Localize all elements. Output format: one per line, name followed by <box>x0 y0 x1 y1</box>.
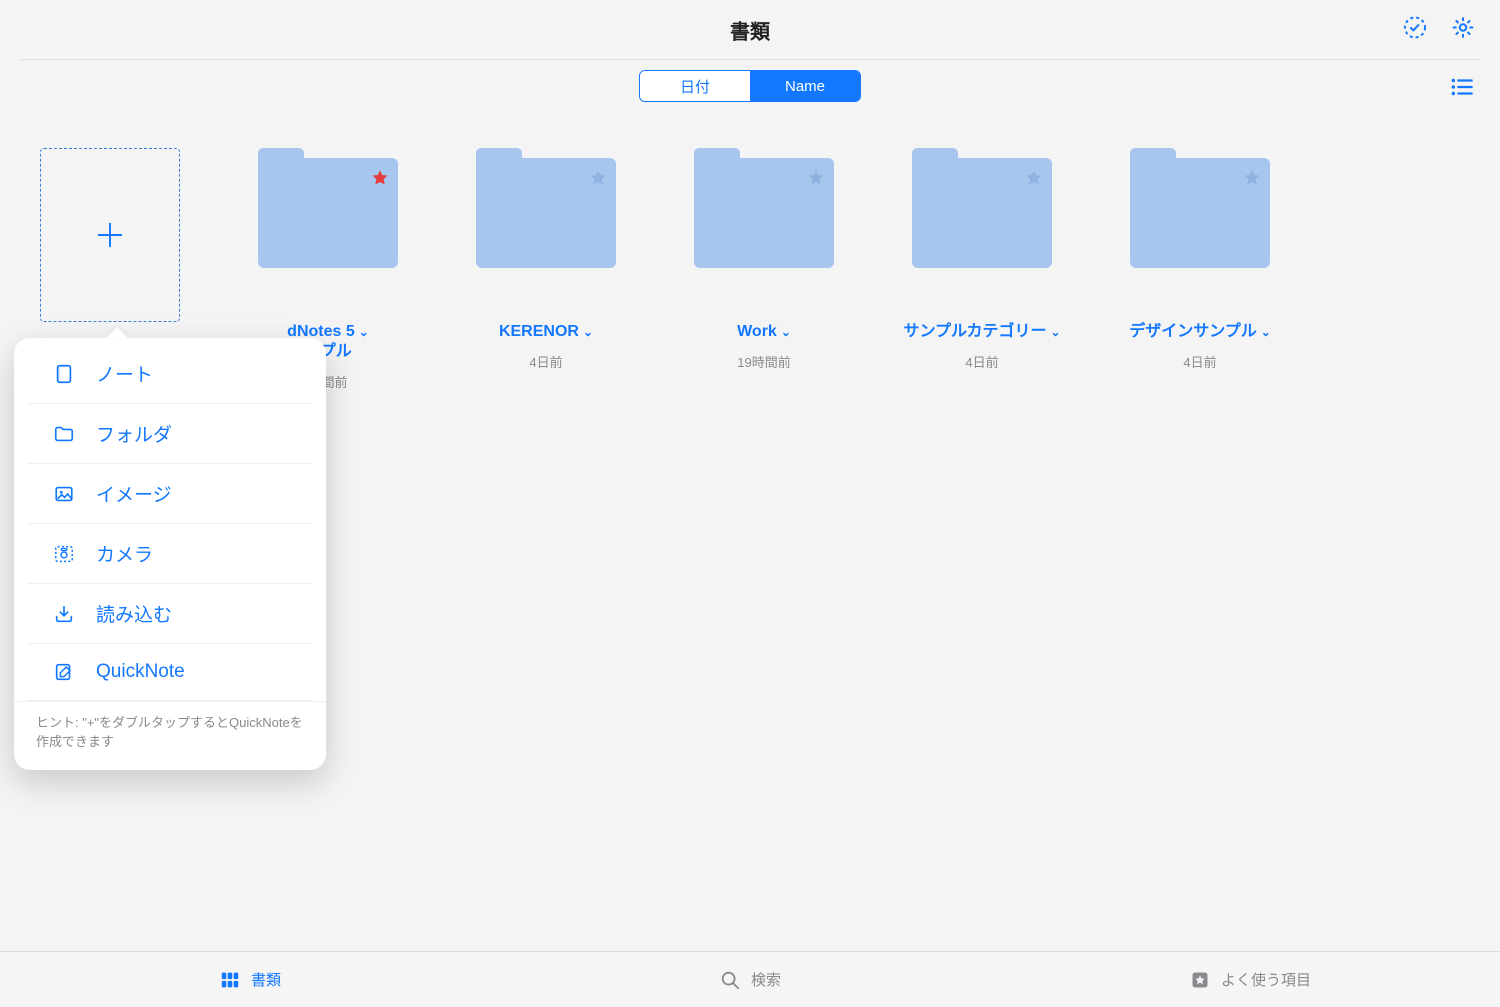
folder-open[interactable] <box>694 148 834 268</box>
folder-name[interactable]: デザインサンプル ⌄ <box>1129 322 1271 342</box>
menu-label: フォルダ <box>96 420 172 447</box>
folder-open[interactable] <box>476 148 616 268</box>
gear-icon[interactable] <box>1451 15 1475 44</box>
import-file[interactable]: 読み込む <box>28 584 312 644</box>
header-actions <box>1403 15 1475 44</box>
chevron-down-icon: ⌄ <box>1051 325 1061 340</box>
notebook-icon <box>52 362 76 386</box>
folder-name[interactable]: Work ⌄ <box>737 322 791 342</box>
header-bar: 書類 <box>20 0 1480 60</box>
create-popover: ノート フォルダ イメージ カメラ 読み込む QuickNote ヒント: "+… <box>14 338 326 770</box>
folder-item: サンプルカテゴリー ⌄ 4日前 <box>912 148 1052 371</box>
bottom-tabbar: 書類 検索 よく使う項目 <box>0 951 1500 1007</box>
folder-open[interactable] <box>258 148 398 268</box>
folder-item: Work ⌄ 19時間前 <box>694 148 834 371</box>
sort-segmented-control: 日付 Name <box>639 70 861 102</box>
folder-icon <box>52 422 76 446</box>
star-icon[interactable] <box>588 168 608 188</box>
star-icon <box>1189 969 1211 991</box>
folder-name[interactable]: サンプルカテゴリー ⌄ <box>903 322 1060 342</box>
folder-timestamp: 4日前 <box>965 352 998 371</box>
tab-search[interactable]: 検索 <box>500 952 1000 1007</box>
folder-name-line: サンプルカテゴリー <box>903 322 1046 342</box>
popover-hint: ヒント: "+"をダブルタップするとQuickNoteを作成できます <box>14 701 326 768</box>
star-icon[interactable] <box>370 168 390 188</box>
star-icon[interactable] <box>1024 168 1044 188</box>
tab-label: 検索 <box>751 969 781 990</box>
chevron-down-icon: ⌄ <box>583 325 593 340</box>
tab-documents[interactable]: 書類 <box>0 952 500 1007</box>
folder-name-line: KERENOR <box>499 322 579 342</box>
chevron-down-icon: ⌄ <box>781 325 791 340</box>
menu-label: ノート <box>96 360 153 387</box>
folder-item: KERENOR ⌄ 4日前 <box>476 148 616 371</box>
chevron-down-icon: ⌄ <box>359 325 369 340</box>
create-folder[interactable]: フォルダ <box>28 404 312 464</box>
folder-name-line: Work <box>737 322 777 342</box>
chevron-down-icon: ⌄ <box>1261 325 1271 340</box>
grid-icon <box>219 969 241 991</box>
tab-label: よく使う項目 <box>1221 969 1311 990</box>
folder-name[interactable]: KERENOR ⌄ <box>499 322 593 342</box>
camera-icon <box>52 542 76 566</box>
menu-label: カメラ <box>96 540 153 567</box>
sync-status-icon[interactable] <box>1403 15 1427 44</box>
star-icon[interactable] <box>806 168 826 188</box>
image-icon <box>52 482 76 506</box>
edit-icon <box>52 660 76 684</box>
folder-open[interactable] <box>1130 148 1270 268</box>
folder-timestamp: 19時間前 <box>737 352 790 371</box>
folder-timestamp: 4日前 <box>529 352 562 371</box>
star-icon[interactable] <box>1242 168 1262 188</box>
add-new-button[interactable] <box>40 148 180 322</box>
import-icon <box>52 602 76 626</box>
sort-by-name[interactable]: Name <box>750 71 860 101</box>
sort-bar: 日付 Name <box>20 70 1480 118</box>
tab-label: 書類 <box>251 969 281 990</box>
plus-icon <box>92 217 128 253</box>
menu-label: QuickNote <box>96 661 185 683</box>
folder-name-line: デザインサンプル <box>1129 322 1257 342</box>
add-new-cell <box>40 148 180 322</box>
create-note[interactable]: ノート <box>28 344 312 404</box>
search-icon <box>719 969 741 991</box>
sort-by-date[interactable]: 日付 <box>640 71 750 101</box>
menu-label: 読み込む <box>96 600 172 627</box>
folder-timestamp: 4日前 <box>1183 352 1216 371</box>
create-camera[interactable]: カメラ <box>28 524 312 584</box>
folder-open[interactable] <box>912 148 1052 268</box>
create-quicknote[interactable]: QuickNote <box>28 644 312 701</box>
tab-favorites[interactable]: よく使う項目 <box>1000 952 1500 1007</box>
menu-label: イメージ <box>96 480 172 507</box>
create-image[interactable]: イメージ <box>28 464 312 524</box>
list-view-toggle-icon[interactable] <box>1449 74 1475 105</box>
folder-item: デザインサンプル ⌄ 4日前 <box>1130 148 1270 371</box>
page-title: 書類 <box>730 15 770 44</box>
